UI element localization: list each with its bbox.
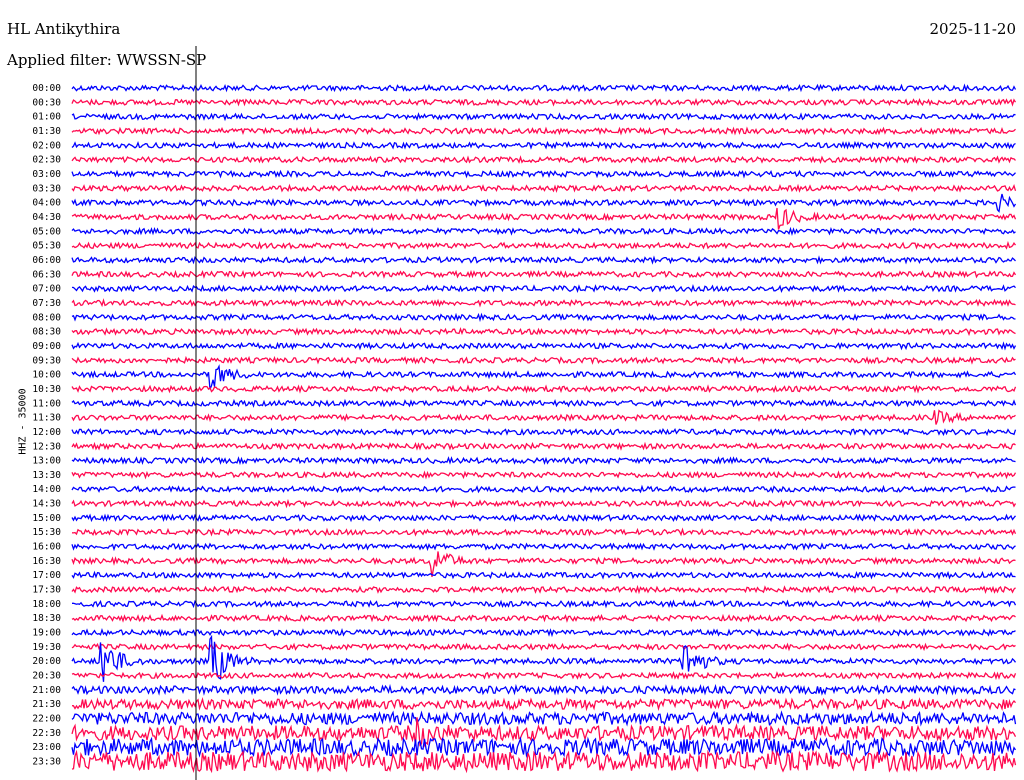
trace-line (71, 193, 1017, 213)
trace-line (71, 312, 1016, 323)
row-time-label: 23:00 (32, 742, 61, 753)
trace-line (71, 240, 1017, 251)
trace-line (71, 570, 1016, 580)
row-time-label: 06:00 (32, 255, 61, 266)
row-time-label: 19:00 (32, 628, 61, 639)
trace-line (71, 341, 1017, 351)
trace-line (71, 364, 1017, 390)
row-time-label: 09:00 (32, 341, 61, 352)
trace-line (71, 513, 1016, 523)
row-time-label: 18:30 (32, 613, 61, 624)
trace-line (71, 671, 1017, 681)
trace-line (71, 269, 1017, 279)
row-time-label: 03:00 (32, 169, 61, 180)
trace-line (71, 327, 1016, 337)
row-time-label: 02:00 (32, 140, 61, 151)
row-time-label: 12:30 (32, 441, 61, 452)
trace-line (71, 627, 1016, 638)
trace-line (71, 710, 1017, 727)
trace-line (71, 183, 1017, 194)
row-time-label: 04:00 (32, 198, 61, 209)
trace-line (71, 427, 1017, 437)
row-time-label: 02:30 (32, 155, 61, 166)
row-time-label: 13:30 (32, 470, 61, 481)
trace-line (71, 355, 1016, 365)
trace-line (71, 126, 1016, 136)
row-time-label: 18:00 (32, 599, 61, 610)
row-time-label: 10:00 (32, 370, 61, 381)
row-time-label: 05:00 (32, 226, 61, 237)
trace-line (71, 470, 1017, 480)
trace-line (71, 83, 1017, 93)
row-time-label: 10:30 (32, 384, 61, 395)
trace-line (71, 542, 1016, 552)
row-time-label: 09:30 (32, 355, 61, 366)
trace-line (71, 683, 1016, 696)
trace-line (71, 484, 1016, 494)
row-time-label: 15:30 (32, 527, 61, 538)
trace-line (71, 584, 1016, 595)
row-time-label: 11:30 (32, 413, 61, 424)
trace-line (71, 441, 1016, 451)
trace-line (71, 298, 1016, 308)
row-time-label: 14:00 (32, 484, 61, 495)
row-time-label: 07:00 (32, 284, 61, 295)
trace-line (71, 749, 1017, 774)
trace-line (71, 409, 1016, 425)
row-time-label: 22:00 (32, 714, 61, 725)
trace-line (71, 226, 1016, 236)
row-time-label: 01:00 (32, 112, 61, 123)
row-time-label: 00:30 (32, 97, 61, 108)
trace-line (71, 97, 1017, 107)
row-time-label: 19:30 (32, 642, 61, 653)
row-time-label: 20:30 (32, 671, 61, 682)
trace-line (71, 283, 1016, 293)
row-time-label: 08:00 (32, 312, 61, 323)
row-time-label: 14:30 (32, 499, 61, 510)
trace-line (71, 155, 1016, 164)
row-time-label: 20:00 (32, 656, 61, 667)
row-time-label: 21:00 (32, 685, 61, 696)
trace-line (71, 255, 1016, 265)
trace-line (71, 169, 1016, 179)
trace-line (71, 140, 1016, 150)
row-time-label: 17:00 (32, 570, 61, 581)
row-time-label: 06:30 (32, 269, 61, 280)
row-time-label: 15:00 (32, 513, 61, 524)
row-time-label: 16:30 (32, 556, 61, 567)
trace-line (71, 697, 1016, 712)
row-time-label: 22:30 (32, 728, 61, 739)
row-time-label: 12:00 (32, 427, 61, 438)
row-time-label: 23:30 (32, 757, 61, 768)
trace-line (71, 527, 1017, 537)
seismogram-plot: 00:00 00:30 01:00 01:30 02:00 02:30 03:00 03:30… (32, 46, 1017, 780)
trace-line (71, 613, 1016, 624)
row-time-label: 21:30 (32, 699, 61, 710)
row-time-label: 07:30 (32, 298, 61, 309)
trace-line (71, 207, 1017, 230)
row-time-label: 08:30 (32, 327, 61, 338)
row-time-label: 04:30 (32, 212, 61, 223)
row-time-label: 11:00 (32, 398, 61, 409)
trace-line (72, 599, 1017, 609)
trace-line (71, 498, 1017, 509)
row-time-label: 00:00 (32, 83, 61, 94)
trace-line (71, 551, 1016, 578)
trace-line (71, 384, 1017, 394)
trace-line (71, 456, 1016, 466)
row-time-label: 17:30 (32, 585, 61, 596)
row-time-label: 13:00 (32, 456, 61, 467)
row-time-label: 03:30 (32, 183, 61, 194)
trace-line (71, 112, 1016, 122)
trace-line (71, 398, 1017, 408)
row-time-label: 16:00 (32, 542, 61, 553)
row-time-label: 01:30 (32, 126, 61, 137)
row-time-label: 05:30 (32, 241, 61, 252)
